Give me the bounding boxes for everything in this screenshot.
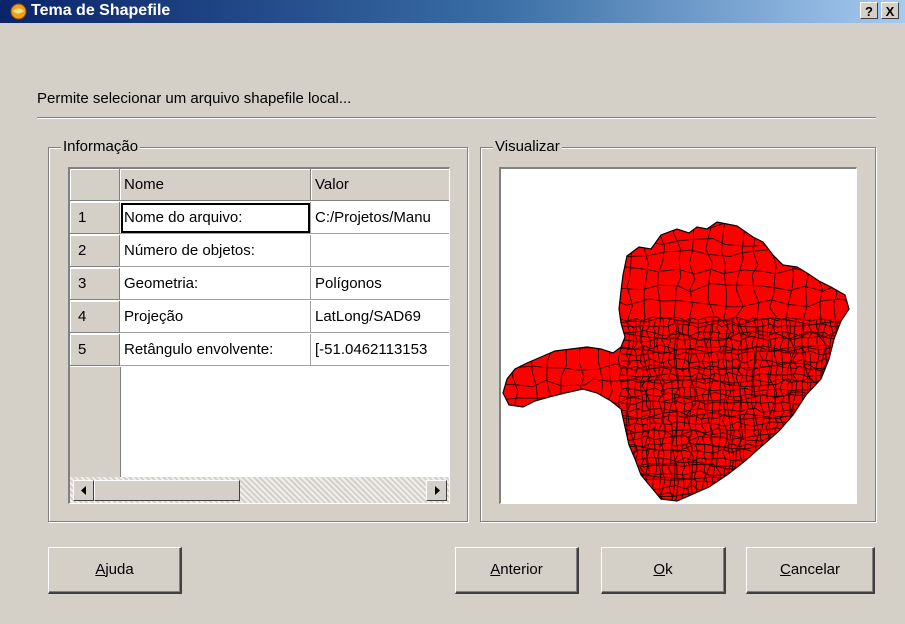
name-cell[interactable]: Projeção [120, 301, 311, 333]
arrow-right-icon [434, 486, 440, 495]
shapefile-map [502, 221, 850, 502]
window-title: Tema de Shapefile [31, 2, 171, 19]
preview-group-legend: Visualizar [493, 138, 562, 155]
value-cell[interactable]: [-51.0462113153 [311, 334, 449, 366]
row-header[interactable]: 4 [70, 301, 120, 333]
name-cell[interactable]: Número de objetos: [120, 235, 311, 267]
table-row[interactable]: 1 Nome do arquivo: C:/Projetos/Manu [70, 202, 449, 235]
row-header-blank [70, 367, 121, 477]
row-header[interactable]: 2 [70, 235, 120, 267]
arrow-left-icon [80, 486, 86, 495]
value-cell[interactable] [311, 235, 449, 267]
app-icon [10, 3, 27, 20]
previous-button[interactable]: Anterior [455, 547, 579, 594]
table-header-row: Nome Valor [70, 169, 449, 202]
help-button[interactable]: Ajuda [48, 547, 182, 594]
scroll-left-button[interactable] [73, 480, 94, 501]
help-button-mnemonic: A [95, 561, 106, 578]
scroll-right-button[interactable] [426, 480, 447, 501]
horizontal-scrollbar[interactable] [70, 477, 449, 503]
info-group-legend: Informação [61, 138, 141, 155]
help-button-label: juda [105, 561, 134, 578]
description-text: Permite selecionar um arquivo shapefile … [37, 90, 352, 107]
scroll-thumb[interactable] [94, 480, 240, 501]
value-cell[interactable]: LatLong/SAD69 [311, 301, 449, 333]
table-row[interactable]: 4 Projeção LatLong/SAD69 [70, 301, 449, 334]
corner-header [70, 169, 120, 201]
ok-button[interactable]: Ok [601, 547, 726, 594]
value-cell[interactable]: Polígonos [311, 268, 449, 300]
row-header[interactable]: 1 [70, 202, 120, 234]
table-row[interactable]: 5 Retângulo envolvente: [-51.0462113153 [70, 334, 449, 367]
cancel-button-mnemonic: C [779, 561, 791, 578]
help-title-button[interactable]: ? [860, 2, 878, 19]
info-table[interactable]: Nome Valor 1 Nome do arquivo: C:/Projeto… [68, 167, 450, 504]
column-header-nome[interactable]: Nome [120, 169, 311, 201]
table-row[interactable]: 2 Número de objetos: [70, 235, 449, 268]
close-button[interactable]: X [881, 2, 899, 19]
separator [37, 117, 876, 119]
name-cell[interactable]: Retângulo envolvente: [120, 334, 311, 366]
row-header[interactable]: 3 [70, 268, 120, 300]
value-cell[interactable]: C:/Projetos/Manu [311, 202, 449, 234]
column-header-valor[interactable]: Valor [311, 169, 449, 201]
previous-button-label: nterior [500, 561, 543, 578]
ok-button-mnemonic: O [653, 561, 666, 578]
cancel-button[interactable]: Cancelar [746, 547, 875, 594]
name-cell[interactable]: Geometria: [120, 268, 311, 300]
previous-button-mnemonic: A [490, 561, 501, 578]
ok-button-label: k [665, 561, 673, 578]
title-bar: Tema de Shapefile ? X [0, 0, 905, 23]
table-row[interactable]: 3 Geometria: Polígonos [70, 268, 449, 301]
name-cell[interactable]: Nome do arquivo: [120, 202, 311, 234]
map-preview [499, 167, 857, 504]
row-header[interactable]: 5 [70, 334, 120, 366]
cancel-button-label: ancelar [790, 561, 841, 578]
